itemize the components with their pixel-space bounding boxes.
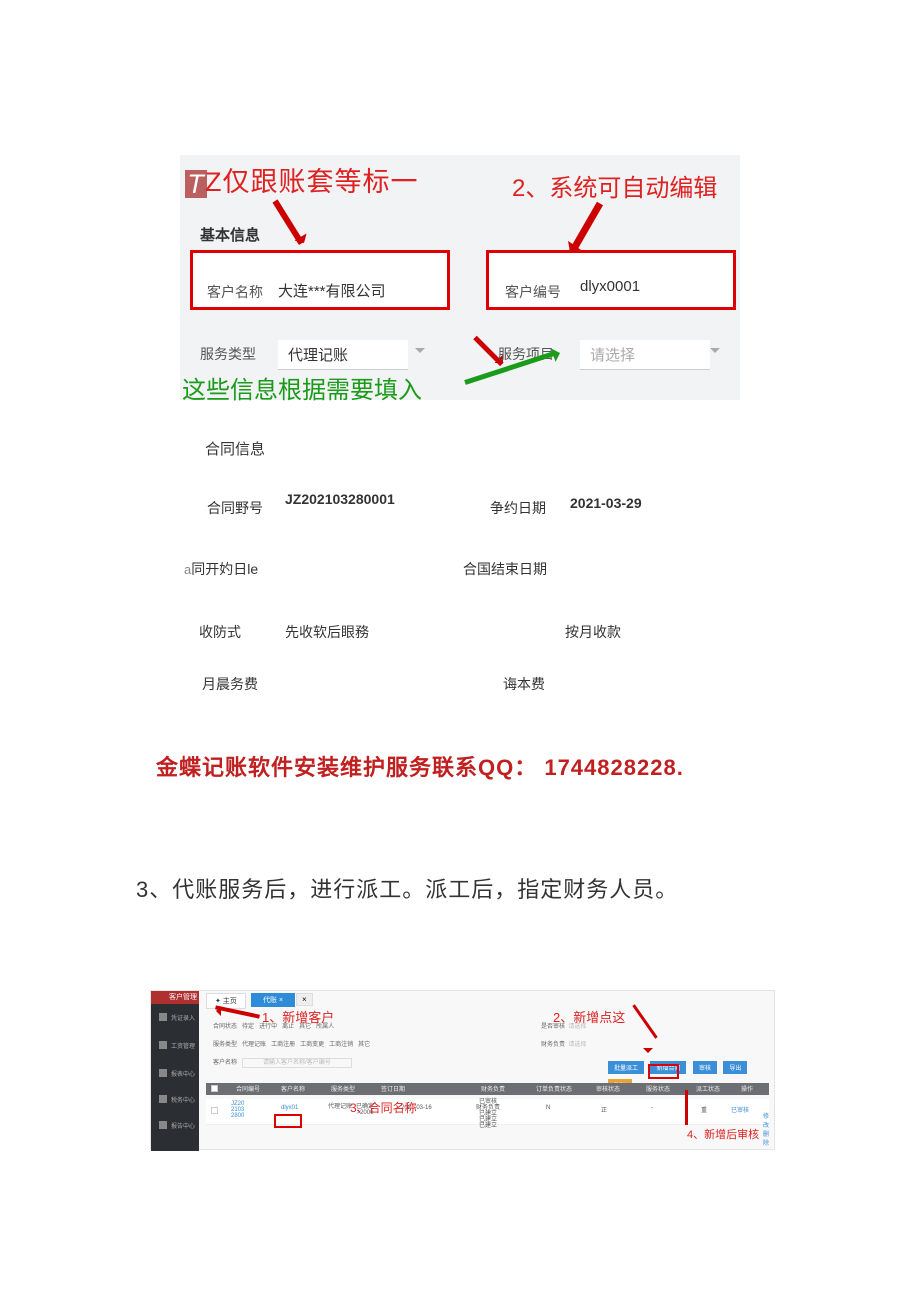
td: N bbox=[546, 1105, 550, 1111]
book-fee-label: 诲本费 bbox=[503, 674, 545, 694]
sidebar-item[interactable]: 工资管理 bbox=[171, 1041, 195, 1050]
th: 客户名称 bbox=[281, 1084, 305, 1093]
annotation-1: TZ仅跟账套等标一 bbox=[185, 160, 419, 199]
filter-option[interactable]: 待定 bbox=[242, 1024, 254, 1030]
select-all-checkbox[interactable] bbox=[211, 1085, 218, 1092]
pay-method-value: 先收软后眼務 bbox=[285, 622, 369, 642]
filter-row-3: 客户名称 请输入客户名称/客户编号 bbox=[213, 1057, 352, 1066]
row-actions[interactable]: 修改 删除 bbox=[763, 1111, 769, 1147]
customer-code-input[interactable]: dlyx0001 bbox=[580, 278, 640, 295]
sidebar-item[interactable]: 税务中心 bbox=[171, 1095, 195, 1104]
filter-row-2: 服务类型 代理记账 工商注册 工商变更 工商注销 其它 bbox=[213, 1039, 370, 1048]
customer-name-input[interactable]: 大连***有限公司 bbox=[278, 280, 386, 301]
start-date-text: 同开妁日le bbox=[191, 561, 258, 577]
contract-no-label: 合同野号 bbox=[207, 498, 263, 518]
annotation-green: 这些信息根据需要填入 bbox=[182, 370, 422, 405]
chevron-down-icon bbox=[710, 348, 720, 358]
td: 已审核 bbox=[731, 1105, 749, 1114]
customer-cell-highlight bbox=[274, 1114, 302, 1128]
filter-option[interactable]: 代理记账 bbox=[242, 1042, 266, 1048]
sign-date-label: 争约日期 bbox=[490, 498, 546, 518]
service-type-label: 服务类型 bbox=[200, 344, 256, 364]
td: 正 bbox=[601, 1105, 607, 1114]
th: 合同编号 bbox=[236, 1084, 260, 1093]
annotation-new-customer: 1、新增客户 bbox=[262, 1007, 334, 1026]
tab-close-button[interactable]: × bbox=[296, 993, 313, 1006]
filter-option[interactable]: 工商注销 bbox=[329, 1042, 353, 1048]
filter-option[interactable]: 工商变更 bbox=[300, 1042, 324, 1048]
menu-icon bbox=[159, 1013, 167, 1021]
th: 服务类型 bbox=[331, 1084, 355, 1093]
qq-contact-line: 金蝶记账软件安装维护服务联系QQ： 1744828228. bbox=[156, 750, 684, 782]
annotation-1-text: Z仅跟账套等标一 bbox=[205, 167, 419, 197]
th: 订单负责状态 bbox=[536, 1084, 572, 1093]
td: 代理记账 bbox=[328, 1101, 352, 1110]
chevron-down-icon bbox=[415, 348, 425, 358]
sign-date-value: 2021-03-29 bbox=[570, 495, 642, 511]
contract-info-title: 合同信息 bbox=[205, 438, 265, 459]
th: 审核状态 bbox=[596, 1084, 620, 1093]
td: - bbox=[651, 1105, 653, 1111]
menu-icon bbox=[159, 1121, 167, 1129]
th: 财务负责 bbox=[481, 1084, 505, 1093]
sidebar-item[interactable]: 报表中心 bbox=[171, 1069, 195, 1078]
customer-code-label: 客户编号 bbox=[505, 282, 561, 302]
filter-label: 合同状态 bbox=[213, 1024, 237, 1030]
customer-search-input[interactable]: 请输入客户名称/客户编号 bbox=[242, 1058, 352, 1068]
menu-icon bbox=[159, 1069, 167, 1077]
pay-period-value: 按月收款 bbox=[565, 622, 621, 642]
menu-icon bbox=[159, 1041, 167, 1049]
customer-name-label: 客户名称 bbox=[207, 282, 263, 302]
annotation-click-add: 2、新增点这 bbox=[553, 1007, 625, 1026]
filter-finance: 财务负责 请选择 bbox=[541, 1039, 586, 1048]
filter-select[interactable]: 请选择 bbox=[568, 1042, 586, 1048]
th: 服务状态 bbox=[646, 1084, 670, 1093]
audit-button[interactable]: 审核 bbox=[693, 1061, 717, 1074]
th: 操作 bbox=[741, 1084, 753, 1093]
sidebar-item[interactable]: 报告中心 bbox=[171, 1121, 195, 1130]
td: 已审核 财务负责 已建立 已建立 已建立 bbox=[476, 1099, 500, 1129]
service-type-select[interactable]: 代理记账 bbox=[278, 340, 408, 370]
step3-text: 3、代账服务后，进行派工。派工后，指定财务人员。 bbox=[136, 872, 678, 904]
pay-method-label: 收防式 bbox=[199, 622, 241, 642]
sidebar-item-customer[interactable]: 客户管理 bbox=[151, 991, 199, 1004]
export-button[interactable]: 导出 bbox=[723, 1061, 747, 1074]
filter-option[interactable]: 其它 bbox=[358, 1042, 370, 1048]
td: 重 bbox=[701, 1105, 707, 1114]
menu-icon bbox=[159, 1095, 167, 1103]
customer-link[interactable]: dlyx01 bbox=[281, 1105, 298, 1111]
annotation-audit-after: 4、新增后审核 bbox=[687, 1126, 759, 1142]
sidebar: 客户管理 凭证录入 工资管理 报表中心 税务中心 报告中心 bbox=[151, 991, 199, 1151]
filter-label: 客户名称 bbox=[213, 1060, 237, 1066]
contract-no-value: JZ202103280001 bbox=[285, 491, 395, 507]
th: 签订日期 bbox=[381, 1084, 405, 1093]
filter-label: 服务类型 bbox=[213, 1042, 237, 1048]
sidebar-item[interactable]: 凭证录入 bbox=[171, 1013, 195, 1022]
tab-active[interactable]: 代账 × bbox=[251, 993, 295, 1007]
batch-dispatch-button[interactable]: 批量派工 bbox=[608, 1061, 644, 1074]
monthly-fee-label: 月晨务费 bbox=[202, 674, 258, 694]
basic-info-title: 基本信息 bbox=[200, 224, 260, 245]
annotation-badge: T bbox=[185, 170, 207, 198]
filter-label: 财务负责 bbox=[541, 1042, 565, 1048]
contract-no-link[interactable]: JZ20 2103 2800 bbox=[231, 1101, 244, 1119]
th: 派工状态 bbox=[696, 1084, 720, 1093]
annotation-2: 2、系统可自动编辑 bbox=[512, 168, 717, 203]
annotation-contract-name: 3、合同名称 bbox=[350, 1099, 417, 1116]
filter-option[interactable]: 工商注册 bbox=[271, 1042, 295, 1048]
add-contract-highlight bbox=[648, 1064, 679, 1079]
row-checkbox[interactable] bbox=[211, 1107, 218, 1114]
start-date-label: a同开妁日le bbox=[184, 559, 258, 579]
service-item-select[interactable]: 请选择 bbox=[580, 340, 710, 370]
end-date-label: 合国结束日期 bbox=[463, 559, 547, 579]
